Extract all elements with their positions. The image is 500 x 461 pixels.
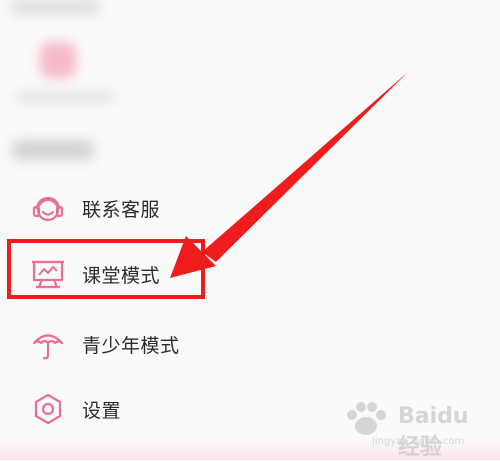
blurred-header-area xyxy=(0,0,500,170)
presentation-board-icon xyxy=(30,256,66,292)
headset-icon xyxy=(30,190,66,226)
watermark: Baidu 经验 jingyan.baidu.com xyxy=(336,396,486,460)
menu-item-label: 青少年模式 xyxy=(82,335,180,357)
blurred-section-heading xyxy=(12,140,94,160)
menu-item-teen-mode[interactable]: 青少年模式 xyxy=(0,316,500,376)
umbrella-icon xyxy=(30,326,66,362)
menu-item-classroom-mode[interactable]: 课堂模式 xyxy=(0,246,500,306)
blurred-caption xyxy=(15,92,115,102)
paw-logo-icon xyxy=(347,402,386,435)
watermark-title: Baidu 经验 xyxy=(398,404,469,460)
menu-item-contact-support[interactable]: 联系客服 xyxy=(0,180,500,240)
menu-item-label: 课堂模式 xyxy=(82,265,161,287)
menu-item-label: 联系客服 xyxy=(82,199,161,221)
hexagon-gear-icon xyxy=(30,391,66,427)
menu-item-label: 设置 xyxy=(82,400,122,422)
watermark-url: jingyan.baidu.com xyxy=(372,436,465,447)
blurred-top-bar xyxy=(10,0,100,14)
blurred-app-icon xyxy=(40,42,76,78)
